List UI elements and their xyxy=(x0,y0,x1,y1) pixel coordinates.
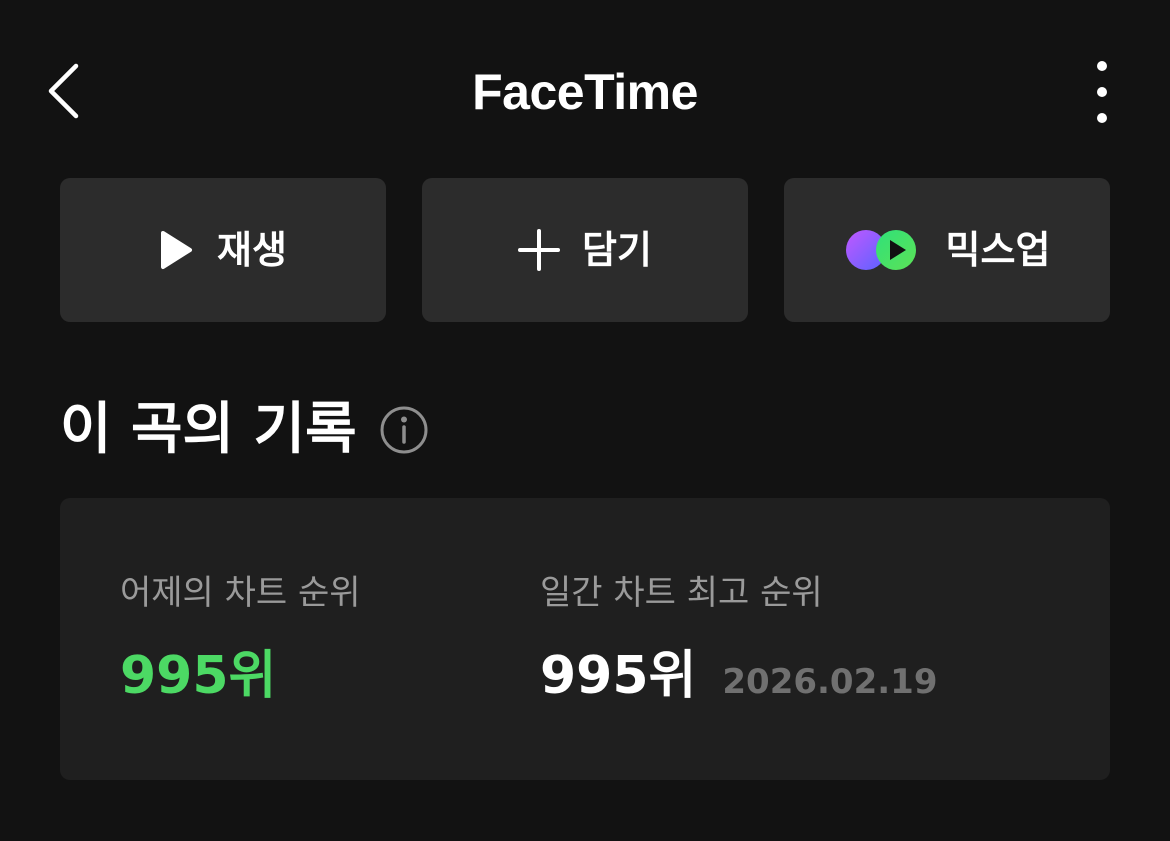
mixup-button[interactable]: 믹스업 xyxy=(784,178,1110,322)
play-button-label: 재생 xyxy=(217,228,287,272)
action-buttons: 재생 담기 믹스업 xyxy=(60,178,1110,322)
yesterday-rank-value: 995위 xyxy=(120,646,277,706)
add-to-playlist-button[interactable]: 담기 xyxy=(422,178,748,322)
more-vertical-icon xyxy=(1097,61,1107,123)
song-record-header: 이 곡의 기록 xyxy=(60,392,429,468)
play-icon xyxy=(159,230,193,270)
daily-best-rank-value: 995위 xyxy=(540,646,697,706)
mixup-icon xyxy=(844,228,920,272)
plus-icon xyxy=(518,229,561,271)
info-icon[interactable] xyxy=(379,405,429,455)
yesterday-rank-label: 어제의 차트 순위 xyxy=(120,573,361,613)
section-title: 이 곡의 기록 xyxy=(60,397,357,462)
daily-best-rank-label: 일간 차트 최고 순위 xyxy=(540,573,823,613)
play-button[interactable]: 재생 xyxy=(60,178,386,322)
daily-best-rank: 일간 차트 최고 순위 995위 2026.02.19 xyxy=(540,570,937,706)
more-options-button[interactable] xyxy=(1080,56,1124,128)
page-title: FaceTime xyxy=(472,64,698,120)
add-button-label: 담기 xyxy=(582,228,652,272)
yesterday-rank: 어제의 차트 순위 995위 xyxy=(120,570,361,706)
mixup-button-label: 믹스업 xyxy=(945,228,1051,272)
song-stats-card: 어제의 차트 순위 995위 일간 차트 최고 순위 995위 2026.02.… xyxy=(60,498,1110,780)
daily-best-rank-date: 2026.02.19 xyxy=(722,662,938,702)
header-bar: FaceTime xyxy=(0,0,1170,180)
